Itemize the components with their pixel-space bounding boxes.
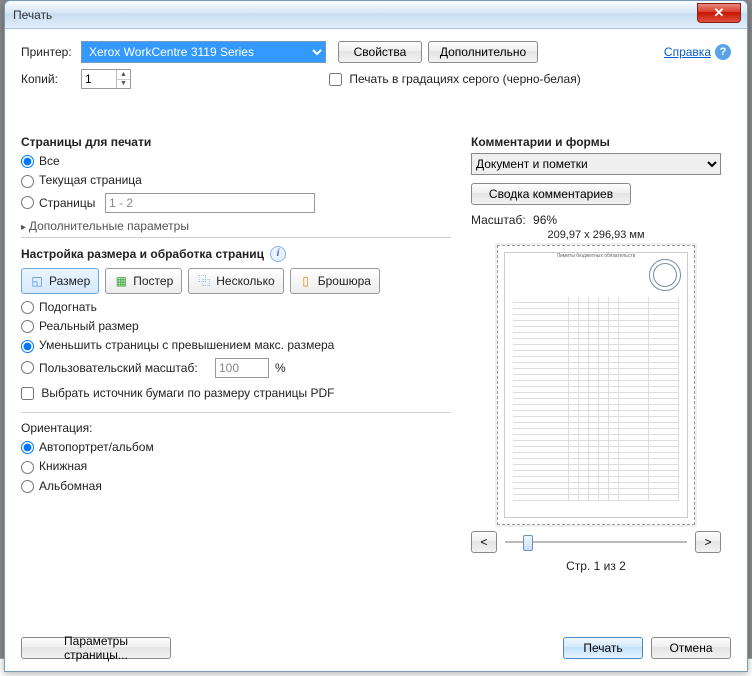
orientation-heading: Ориентация: (21, 421, 451, 435)
scale-label: Масштаб: (471, 213, 526, 227)
poster-icon: ▦ (114, 274, 128, 288)
window-title: Печать (13, 8, 52, 22)
scale-value: 96% (533, 213, 557, 227)
shrink-option[interactable]: Уменьшить страницы с превышением макс. р… (21, 338, 451, 352)
stamp-icon (649, 259, 681, 291)
close-button[interactable]: ✕ (697, 3, 741, 23)
copies-label: Копий: (21, 72, 81, 86)
more-params-toggle[interactable]: Дополнительные параметры (21, 219, 451, 233)
pages-range-option[interactable]: Страницы (21, 193, 451, 213)
grayscale-checkbox[interactable] (329, 73, 342, 86)
comments-summary-button[interactable]: Сводка комментариев (471, 183, 631, 205)
info-icon[interactable]: i (270, 246, 286, 262)
size-icon: ◱ (30, 274, 44, 288)
copies-down[interactable]: ▼ (117, 80, 130, 89)
print-dialog: Печать ✕ Принтер: Xerox WorkCentre 3119 … (4, 0, 748, 672)
actual-option[interactable]: Реальный размер (21, 319, 451, 333)
preview-frame: Лимиты бюджетных обязательств (497, 245, 695, 525)
preview-doc-title: Лимиты бюджетных обязательств (505, 253, 687, 259)
page-dimensions: 209,97 x 296,93 мм (471, 229, 721, 241)
preview-next-button[interactable]: > (695, 531, 721, 553)
pages-all-option[interactable]: Все (21, 154, 451, 168)
page-counter: Стр. 1 из 2 (471, 559, 721, 573)
grayscale-checkbox-label[interactable]: Печать в градациях серого (черно-белая) (329, 72, 581, 86)
copies-spinbox[interactable]: ▲▼ (81, 69, 131, 89)
preview-prev-button[interactable]: < (471, 531, 497, 553)
multiple-icon: ⿻ (197, 274, 211, 288)
help-icon[interactable]: ? (715, 44, 731, 60)
comments-heading: Комментарии и формы (471, 135, 721, 149)
tab-brochure[interactable]: ▯ Брошюра (290, 268, 380, 294)
tab-size[interactable]: ◱ Размер (21, 268, 99, 294)
orientation-landscape[interactable]: Альбомная (21, 479, 451, 493)
sizing-heading: Настройка размера и обработка страниц (21, 247, 264, 261)
help-link[interactable]: Справка (664, 45, 711, 59)
copies-input[interactable] (82, 70, 116, 88)
copies-up[interactable]: ▲ (117, 70, 130, 80)
advanced-button[interactable]: Дополнительно (428, 41, 538, 63)
pages-range-input[interactable] (105, 193, 315, 213)
paper-source-checkbox[interactable] (21, 387, 34, 400)
printer-select[interactable]: Xerox WorkCentre 3119 Series (81, 41, 326, 63)
slider-thumb[interactable] (523, 535, 533, 551)
custom-option[interactable]: Пользовательский масштаб: % (21, 358, 451, 378)
preview-table (513, 297, 679, 509)
pages-heading: Страницы для печати (21, 135, 451, 149)
tab-poster[interactable]: ▦ Постер (105, 268, 182, 294)
print-button[interactable]: Печать (563, 637, 643, 659)
custom-scale-input[interactable] (215, 358, 269, 378)
tab-multiple[interactable]: ⿻ Несколько (188, 268, 283, 294)
printer-label: Принтер: (21, 45, 81, 59)
orientation-portrait[interactable]: Книжная (21, 459, 451, 473)
preview-page: Лимиты бюджетных обязательств (504, 252, 688, 518)
properties-button[interactable]: Свойства (338, 41, 422, 63)
dialog-content: Принтер: Xerox WorkCentre 3119 Series Св… (5, 29, 747, 671)
page-setup-button[interactable]: Параметры страницы... (21, 637, 171, 659)
cancel-button[interactable]: Отмена (651, 637, 731, 659)
paper-source-checkbox-label[interactable]: Выбрать источник бумаги по размеру стран… (21, 386, 451, 400)
preview-slider[interactable] (505, 532, 687, 552)
brochure-icon: ▯ (299, 274, 313, 288)
titlebar: Печать ✕ (5, 1, 747, 29)
orientation-auto[interactable]: Автопортрет/альбом (21, 440, 451, 454)
comments-select[interactable]: Документ и пометки (471, 153, 721, 175)
fit-option[interactable]: Подогнать (21, 300, 451, 314)
pages-current-option[interactable]: Текущая страница (21, 173, 451, 187)
